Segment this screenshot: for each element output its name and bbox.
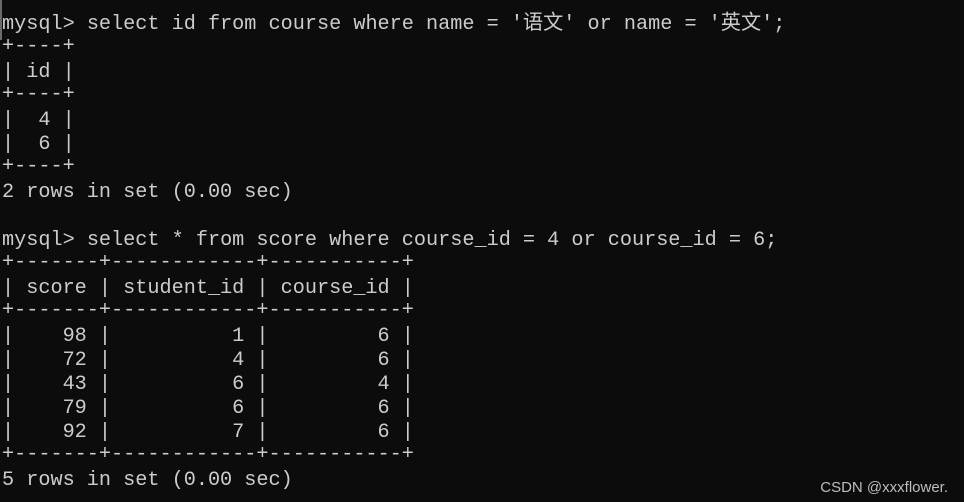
- table-border-bottom: +----+: [2, 155, 75, 178]
- watermark: CSDN @xxxflower.: [820, 479, 948, 496]
- table-row: | 6 |: [2, 133, 75, 156]
- command-line-1: mysql> select id from course where name …: [2, 13, 785, 37]
- prompt: mysql>: [2, 13, 87, 36]
- table-row: | 72 | 4 | 6 |: [2, 349, 414, 372]
- table-header: | score | student_id | course_id |: [2, 277, 414, 300]
- table-border-header: +-------+------------+-----------+: [2, 299, 414, 322]
- table-row: | 43 | 6 | 4 |: [2, 373, 414, 396]
- table-row: | 98 | 1 | 6 |: [2, 325, 414, 348]
- result-summary: 5 rows in set (0.00 sec): [2, 469, 293, 492]
- prompt: mysql>: [2, 229, 87, 252]
- table-border-top: +----+: [2, 35, 75, 58]
- table-row: | 92 | 7 | 6 |: [2, 421, 414, 444]
- terminal-window[interactable]: mysql> select id from course where name …: [0, 0, 964, 502]
- table-row: | 4 |: [2, 109, 75, 132]
- table-row: | 79 | 6 | 6 |: [2, 397, 414, 420]
- command-text: select * from score where course_id = 4 …: [86, 229, 778, 252]
- command-text: select id from course where name = '语文' …: [86, 13, 786, 36]
- result-summary: 2 rows in set (0.00 sec): [2, 181, 293, 204]
- table-border-bottom: +-------+------------+-----------+: [2, 443, 414, 466]
- command-line-2: mysql> select * from score where course_…: [2, 229, 777, 253]
- window-edge: [0, 0, 2, 40]
- table-border-header: +----+: [2, 83, 75, 106]
- table-border-top: +-------+------------+-----------+: [2, 251, 414, 274]
- table-header: | id |: [2, 61, 75, 84]
